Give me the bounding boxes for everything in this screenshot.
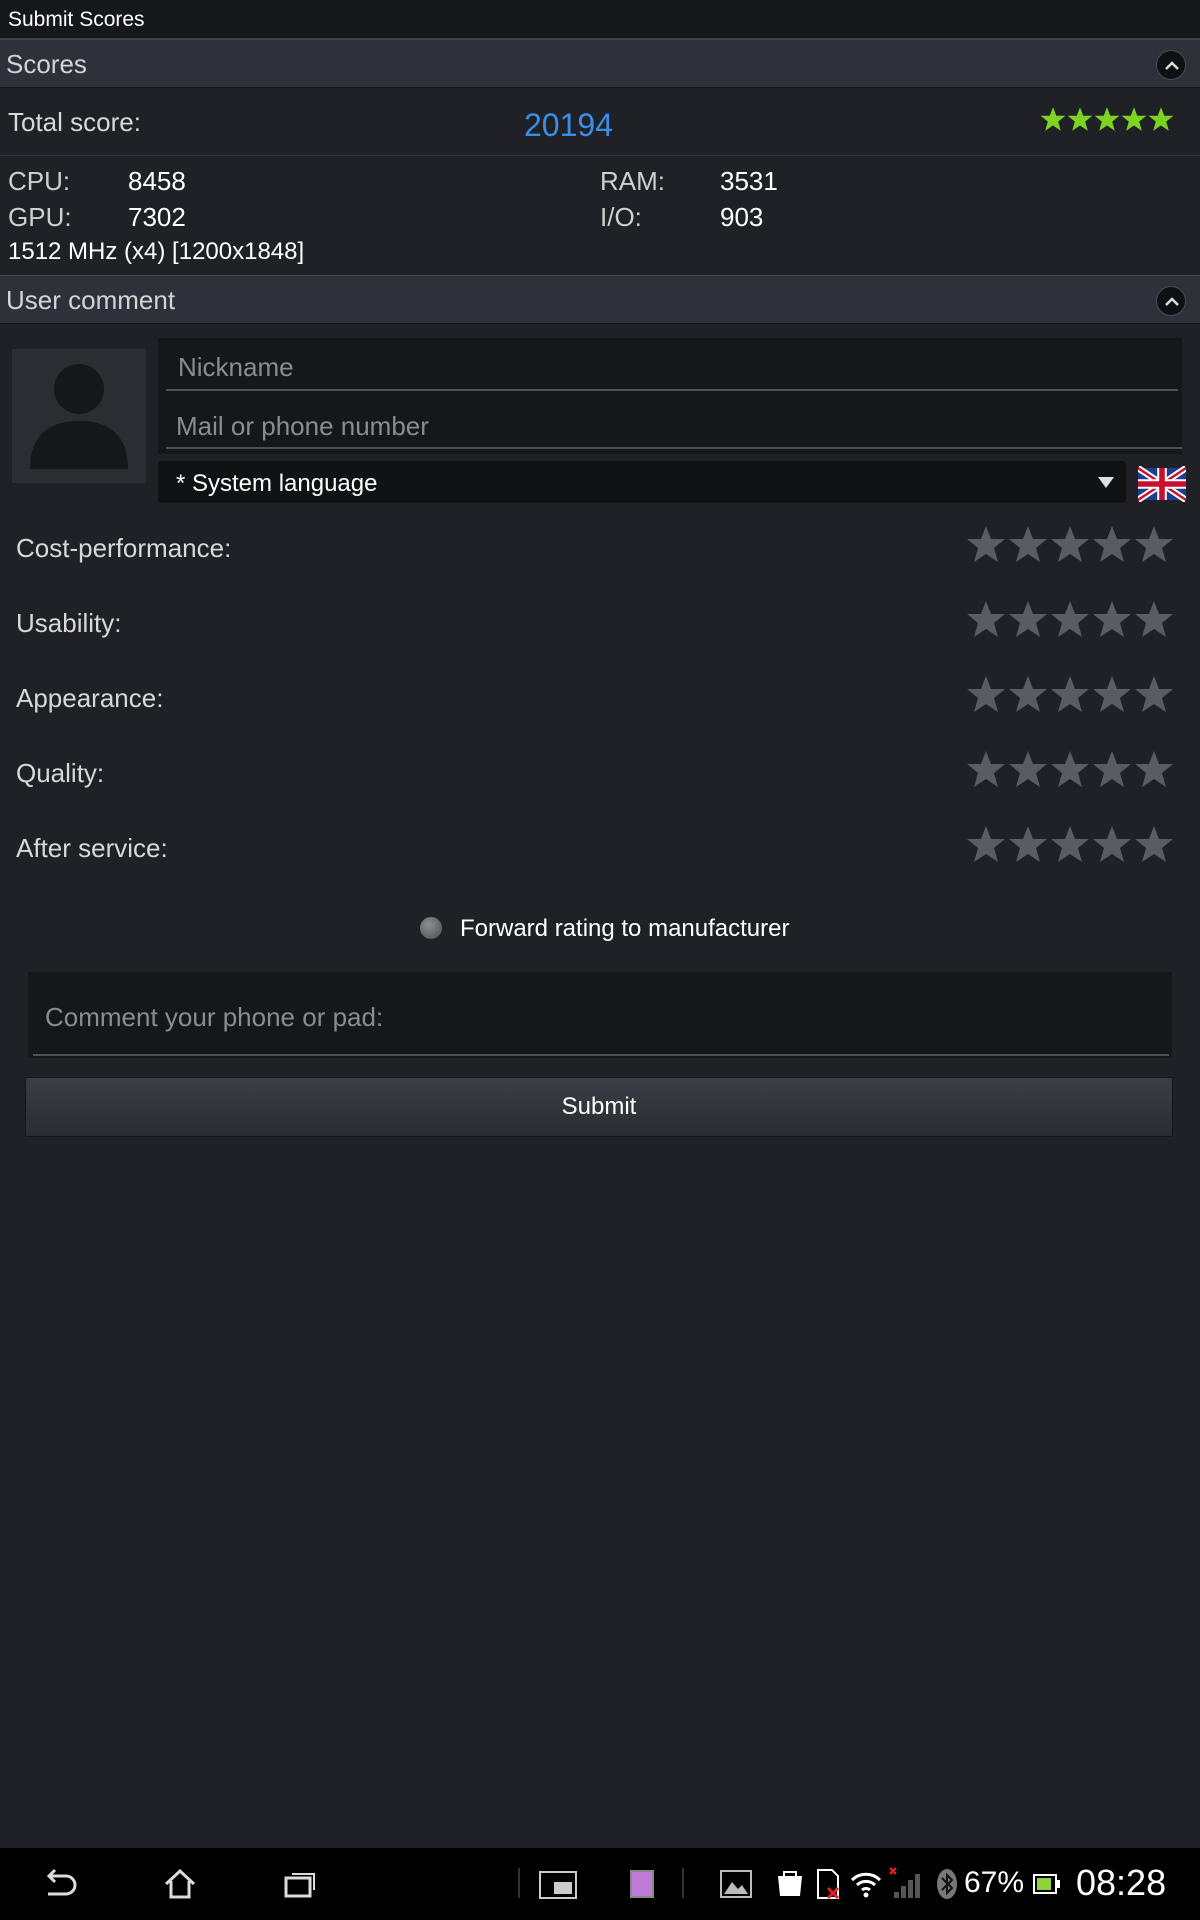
star-icon — [1040, 107, 1066, 131]
window-title: Submit Scores — [8, 8, 145, 31]
chevron-up-icon — [1165, 297, 1179, 306]
user-placeholder-icon — [30, 364, 128, 469]
ram-label: RAM: — [600, 166, 665, 196]
rating-label: After service: — [16, 833, 168, 863]
star-icon — [1148, 107, 1174, 131]
total-score-value: 20194 — [524, 107, 613, 143]
star-icon[interactable] — [966, 747, 1006, 791]
star-icon[interactable] — [1092, 672, 1132, 716]
scores-section-header[interactable]: Scores — [0, 39, 1200, 88]
total-score-label: Total score: — [8, 107, 141, 137]
battery-percent: 67% — [964, 1866, 1025, 1899]
star-icon[interactable] — [966, 522, 1006, 566]
divider — [0, 155, 1200, 156]
star-icon[interactable] — [1008, 747, 1048, 791]
star-icon[interactable] — [1134, 822, 1174, 866]
no-signal-icon — [889, 1867, 920, 1898]
star-icon[interactable] — [1092, 597, 1132, 641]
forward-rating-radio[interactable] — [419, 916, 443, 940]
user-comment-section-header[interactable]: User comment — [0, 275, 1200, 324]
rating-stars[interactable] — [966, 747, 1176, 793]
forward-rating-label[interactable]: Forward rating to manufacturer — [460, 915, 789, 943]
comment-collapse-button[interactable] — [1156, 286, 1186, 316]
io-value: 903 — [720, 202, 764, 232]
uk-flag-icon[interactable] — [1138, 466, 1186, 502]
gpu-value: 7302 — [128, 202, 186, 232]
rating-stars[interactable] — [966, 522, 1176, 568]
star-icon[interactable] — [1092, 522, 1132, 566]
rating-label: Quality: — [16, 758, 105, 788]
cpu-label: CPU: — [8, 166, 71, 196]
divider — [682, 1868, 684, 1898]
star-icon[interactable] — [966, 672, 1006, 716]
language-select[interactable]: * System language — [158, 461, 1126, 503]
clock: 08:28 — [1076, 1862, 1167, 1903]
star-icon[interactable] — [1050, 522, 1090, 566]
notification-app-icon[interactable] — [624, 1866, 660, 1902]
star-icon[interactable] — [966, 597, 1006, 641]
star-icon[interactable] — [1008, 522, 1048, 566]
star-icon[interactable] — [1050, 597, 1090, 641]
star-icon[interactable] — [1092, 822, 1132, 866]
rating-stars[interactable] — [966, 822, 1176, 868]
dropdown-arrow-icon — [1098, 477, 1114, 488]
gpu-label: GPU: — [8, 202, 72, 232]
wifi-icon — [850, 1872, 882, 1898]
star-icon — [1094, 107, 1120, 131]
small-apps-icon[interactable] — [538, 1866, 578, 1902]
submit-button[interactable]: Submit — [25, 1077, 1173, 1137]
device-info: 1512 MHz (x4) [1200x1848] — [8, 238, 305, 265]
contact-input[interactable]: Mail or phone number — [176, 411, 429, 442]
star-icon — [1121, 107, 1147, 131]
contact-underline — [166, 447, 1182, 449]
cpu-value: 8458 — [128, 166, 186, 196]
star-icon[interactable] — [966, 822, 1006, 866]
scores-collapse-button[interactable] — [1156, 50, 1186, 80]
recent-apps-icon[interactable] — [280, 1866, 320, 1902]
star-icon[interactable] — [1134, 747, 1174, 791]
rating-stars[interactable] — [966, 672, 1176, 718]
star-icon[interactable] — [1134, 522, 1174, 566]
star-icon[interactable] — [1050, 822, 1090, 866]
language-select-value: * System language — [176, 470, 378, 497]
scores-header-label: Scores — [6, 49, 87, 79]
title-bar: Submit Scores — [0, 0, 1200, 39]
chevron-up-icon — [1165, 61, 1179, 70]
home-icon[interactable] — [160, 1866, 200, 1902]
star-icon[interactable] — [1134, 597, 1174, 641]
star-icon — [1067, 107, 1093, 131]
comment-underline — [33, 1054, 1169, 1056]
system-navigation-bar: 67% 08:28 — [0, 1848, 1200, 1920]
rating-label: Cost-performance: — [16, 533, 232, 563]
divider — [518, 1868, 520, 1898]
nickname-underline — [166, 389, 1178, 391]
rating-label: Appearance: — [16, 683, 164, 713]
star-icon[interactable] — [1008, 672, 1048, 716]
ram-value: 3531 — [720, 166, 778, 196]
screenshot-notification-icon[interactable] — [718, 1866, 754, 1902]
comment-input[interactable]: Comment your phone or pad: — [28, 972, 1172, 1058]
star-icon[interactable] — [1008, 822, 1048, 866]
shopping-bag-icon — [778, 1871, 802, 1896]
rating-stars[interactable] — [966, 597, 1176, 643]
star-icon[interactable] — [1134, 672, 1174, 716]
total-score-stars — [1040, 106, 1180, 134]
star-icon[interactable] — [1050, 672, 1090, 716]
battery-icon — [1033, 1874, 1060, 1894]
bluetooth-icon — [937, 1869, 957, 1899]
avatar[interactable] — [12, 349, 146, 483]
back-icon[interactable] — [40, 1866, 80, 1902]
io-label: I/O: — [600, 202, 642, 232]
star-icon[interactable] — [1008, 597, 1048, 641]
star-icon[interactable] — [1092, 747, 1132, 791]
no-sd-card-icon — [817, 1869, 840, 1900]
rating-label: Usability: — [16, 608, 122, 638]
star-icon[interactable] — [1050, 747, 1090, 791]
user-comment-header-label: User comment — [6, 285, 176, 315]
nickname-input[interactable]: Nickname — [178, 352, 294, 383]
comment-placeholder: Comment your phone or pad: — [45, 1002, 384, 1032]
